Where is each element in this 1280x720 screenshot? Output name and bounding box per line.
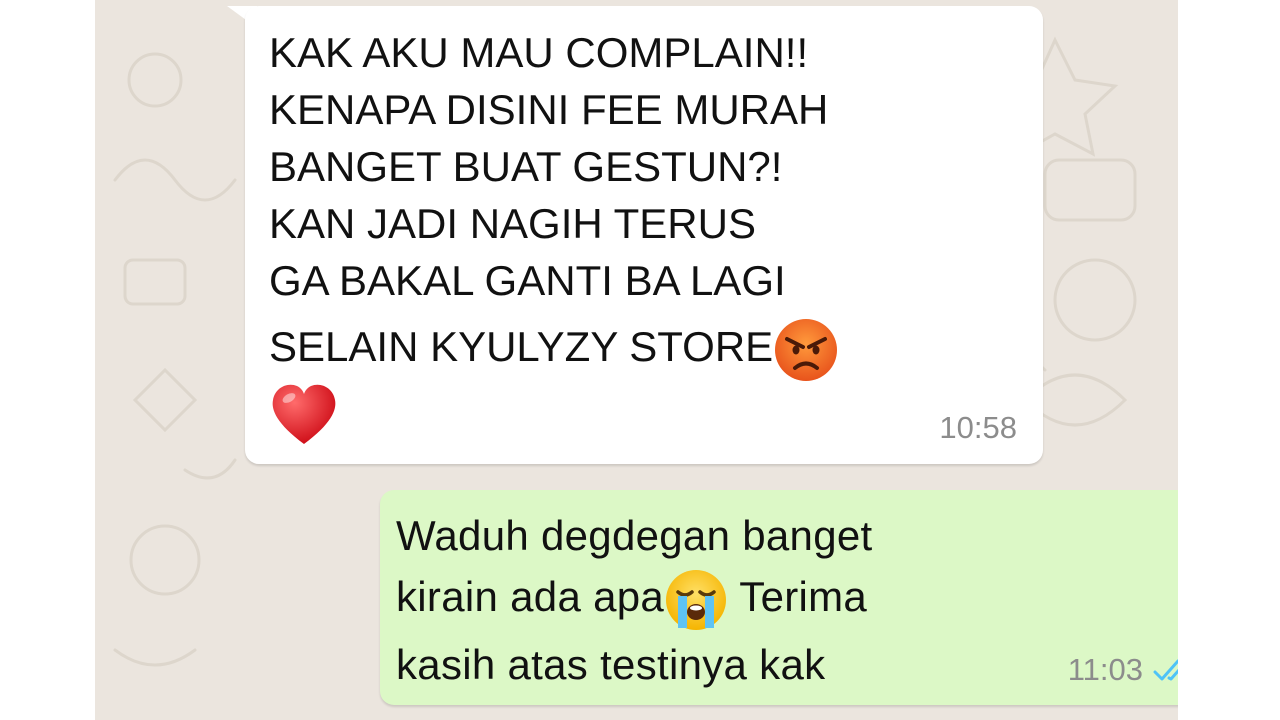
incoming-line-5: GA BAKAL GANTI BA LAGI <box>269 257 786 304</box>
outgoing-line-1: Waduh degdegan banget <box>396 512 873 559</box>
incoming-line-2: KENAPA DISINI FEE MURAH <box>269 86 829 133</box>
chat-area: KAK AKU MAU COMPLAIN!! KENAPA DISINI FEE… <box>95 0 1178 720</box>
outgoing-line-2-row: kirain ada apa Terima <box>396 568 867 632</box>
incoming-line-6-row: SELAIN KYULYZY STORE <box>269 317 839 383</box>
outgoing-line-2-end: Terima <box>728 573 868 621</box>
angry-face-icon <box>775 319 838 381</box>
red-heart-icon <box>272 384 336 444</box>
heart-row <box>269 382 339 453</box>
incoming-line-4: KAN JADI NAGIH TERUS <box>269 200 756 247</box>
outgoing-line-2-start: kirain ada apa <box>396 573 665 621</box>
double-check-read-icon <box>1153 659 1178 681</box>
incoming-message-bubble[interactable]: KAK AKU MAU COMPLAIN!! KENAPA DISINI FEE… <box>245 6 1043 464</box>
incoming-line-1: KAK AKU MAU COMPLAIN!! <box>269 29 809 76</box>
incoming-timestamp: 10:58 <box>939 410 1017 445</box>
incoming-line-6: SELAIN KYULYZY STORE <box>269 323 774 371</box>
loudly-crying-face-icon <box>666 570 727 630</box>
outgoing-timestamp: 11:03 <box>1067 652 1143 687</box>
incoming-line-3: BANGET BUAT GESTUN?! <box>269 143 783 190</box>
outgoing-line-3: kasih atas testinya kak <box>396 641 826 688</box>
outgoing-message-bubble[interactable]: Waduh degdegan banget kirain ada apa Ter… <box>380 490 1178 705</box>
